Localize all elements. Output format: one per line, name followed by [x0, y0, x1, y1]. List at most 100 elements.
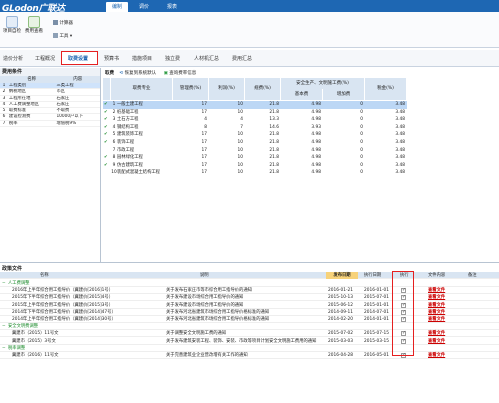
mgmt-rate[interactable]: 8 — [173, 124, 207, 132]
top-tab-adjust[interactable]: 调价 — [139, 3, 149, 10]
policy-row[interactable]: 2015年下半年综合用工指导价（冀建价[2015]4号） 关于发布建设市场综合用工… — [0, 294, 499, 302]
condition-value[interactable]: 市区 — [55, 89, 100, 94]
tax-rate[interactable]: 3.48 — [365, 162, 405, 170]
mgmt-rate[interactable]: 17 — [173, 131, 207, 139]
tax-rate[interactable]: 3.48 — [365, 109, 405, 117]
fee-rate[interactable]: 21.8 — [245, 131, 279, 139]
view-file-link[interactable]: 查看文件 — [428, 330, 445, 337]
profit-rate[interactable]: 10 — [209, 109, 243, 117]
condition-value[interactable]: 增值税9% — [55, 121, 100, 126]
profit-rate[interactable]: 10 — [209, 147, 243, 155]
tax-rate[interactable]: 3.48 — [365, 169, 405, 177]
fee-rate[interactable]: 13.3 — [245, 116, 279, 124]
condition-value[interactable]: 10000户以下 — [55, 114, 100, 119]
safety-base-rate[interactable]: 4.98 — [281, 109, 321, 117]
top-tab-edit[interactable]: 编制 — [106, 2, 129, 12]
fee-rate-row[interactable]: ✔ 1 一般土建工程 17 10 21.8 4.98 0 3.48 — [103, 101, 407, 109]
condition-value[interactable]: 三类工程 — [55, 83, 100, 88]
fee-rate-row[interactable]: ✔ 4 钢结构工程 8 7 14.6 3.93 0 3.48 — [103, 124, 407, 132]
policy-group-row[interactable]: − 税率调整 — [0, 345, 499, 352]
query-rate-button[interactable]: ▣ 查询费率信息 — [164, 71, 197, 76]
restore-default-button[interactable]: ⟲ 恢复到系统默认 — [119, 71, 157, 76]
mgmt-rate[interactable]: 17 — [173, 109, 207, 117]
policy-row[interactable]: 冀建市（2015）11号文 关于调整安全文明施工费的通知 2015-07-02 201… — [0, 330, 499, 338]
tab-cost-analysis[interactable]: 造价分析 — [3, 55, 23, 62]
view-file-link[interactable]: 查看文件 — [428, 338, 445, 345]
fee-view-button[interactable]: 费用查看 — [24, 16, 44, 35]
policy-row[interactable]: 2014年下半年综合用工指导价（冀建价[2014]47号） 关于发布河北省建筑市场… — [0, 309, 499, 316]
safety-add-rate[interactable]: 0 — [323, 101, 363, 109]
fee-rate[interactable]: 21.8 — [245, 154, 279, 162]
tab-measures[interactable]: 措施项目 — [132, 55, 152, 62]
fee-rate-row[interactable]: ✔ 2 桩基础工程 17 10 21.8 4.98 0 3.48 — [103, 109, 407, 117]
safety-add-rate[interactable]: 0 — [323, 109, 363, 117]
tax-rate[interactable]: 3.48 — [365, 139, 405, 147]
policy-row[interactable]: 2015年上半年综合用工指导价（冀建价[2015]3号） 关于发布建设市场综合用工… — [0, 302, 499, 309]
calculator-button[interactable]: 计算器 — [53, 20, 73, 26]
mgmt-rate[interactable]: 17 — [173, 147, 207, 155]
safety-base-rate[interactable]: 4.98 — [281, 116, 321, 124]
collapse-icon[interactable]: − — [2, 280, 6, 287]
policy-row[interactable]: 冀建市（2015）3号文 关于发布建筑安装工程、装饰、安装、市政等项目计划安全文明… — [0, 338, 499, 345]
profit-rate[interactable]: 10 — [209, 162, 243, 170]
safety-add-rate[interactable]: 0 — [323, 154, 363, 162]
tab-cost-summary[interactable]: 费用汇总 — [232, 55, 252, 62]
safety-base-rate[interactable]: 4.98 — [281, 101, 321, 109]
condition-value[interactable]: 石家庄 — [55, 96, 100, 101]
tax-rate[interactable]: 3.48 — [365, 147, 405, 155]
safety-base-rate[interactable]: 4.98 — [281, 169, 321, 177]
safety-base-rate[interactable]: 3.93 — [281, 124, 321, 132]
project-check-button[interactable]: 项目自检 — [2, 16, 22, 35]
tax-rate[interactable]: 3.48 — [365, 116, 405, 124]
fee-rate-row[interactable]: ✔ 8 园林绿化工程 17 10 21.8 4.98 0 3.48 — [103, 154, 407, 162]
fee-rate[interactable]: 21.8 — [245, 139, 279, 147]
fee-rate[interactable]: 21.8 — [245, 101, 279, 109]
policy-row[interactable]: 2014年上半年综合用工指导价（冀建价[2014]30号） 关于发布河北省建筑市场… — [0, 316, 499, 323]
view-file-link[interactable]: 查看文件 — [428, 352, 445, 359]
safety-add-rate[interactable]: 0 — [323, 124, 363, 132]
fee-condition-row[interactable]: 7 税率 增值税9% — [0, 121, 100, 128]
profit-rate[interactable]: 4 — [209, 116, 243, 124]
safety-add-rate[interactable]: 0 — [323, 116, 363, 124]
policy-row[interactable]: 2016年上半年综合用工指导价（冀建价[2016]1号） 关于发布石家庄市等市综合… — [0, 287, 499, 295]
tab-fee-settings[interactable]: 取费设置 — [68, 55, 88, 62]
safety-base-rate[interactable]: 4.98 — [281, 162, 321, 170]
safety-add-rate[interactable]: 0 — [323, 139, 363, 147]
tax-rate[interactable]: 3.48 — [365, 124, 405, 132]
view-file-link[interactable]: 查看文件 — [428, 294, 445, 301]
mgmt-rate[interactable]: 17 — [173, 154, 207, 162]
top-tab-report[interactable]: 报表 — [167, 3, 177, 10]
fee-rate-row[interactable]: ✔ 3 土石方工程 4 4 13.3 4.98 0 3.48 — [103, 116, 407, 124]
safety-add-rate[interactable]: 0 — [323, 169, 363, 177]
fee-rate-row[interactable]: 7 市政工程 17 10 21.8 4.98 0 3.48 — [103, 147, 407, 155]
collapse-icon[interactable]: − — [2, 323, 6, 330]
tab-labor-material-summary[interactable]: 人材机汇总 — [194, 55, 219, 62]
view-file-link[interactable]: 查看文件 — [428, 316, 445, 323]
safety-add-rate[interactable]: 0 — [323, 147, 363, 155]
fee-rate[interactable]: 21.8 — [245, 147, 279, 155]
collapse-icon[interactable]: − — [2, 345, 6, 352]
tax-rate[interactable]: 3.48 — [365, 154, 405, 162]
fee-rate-row[interactable]: ✔ 9 仿古建筑工程 17 10 21.8 4.98 0 3.48 — [103, 162, 407, 170]
view-file-link[interactable]: 查看文件 — [428, 309, 445, 316]
safety-base-rate[interactable]: 4.98 — [281, 131, 321, 139]
mgmt-rate[interactable]: 17 — [173, 139, 207, 147]
safety-base-rate[interactable]: 4.98 — [281, 154, 321, 162]
profit-rate[interactable]: 10 — [209, 131, 243, 139]
mgmt-rate[interactable]: 17 — [173, 101, 207, 109]
profit-rate[interactable]: 10 — [209, 169, 243, 177]
condition-value[interactable]: 石家庄 — [55, 102, 100, 107]
safety-add-rate[interactable]: 0 — [323, 162, 363, 170]
mgmt-rate[interactable]: 17 — [173, 169, 207, 177]
fee-rate[interactable]: 21.8 — [245, 109, 279, 117]
view-file-link[interactable]: 查看文件 — [428, 302, 445, 309]
tab-budget[interactable]: 预算书 — [104, 55, 119, 62]
profit-rate[interactable]: 10 — [209, 139, 243, 147]
tab-project-overview[interactable]: 工程概况 — [35, 55, 55, 62]
profit-rate[interactable]: 10 — [209, 101, 243, 109]
tab-independent-fee[interactable]: 独立费 — [165, 55, 180, 62]
safety-base-rate[interactable]: 4.98 — [281, 147, 321, 155]
safety-base-rate[interactable]: 4.98 — [281, 139, 321, 147]
safety-add-rate[interactable]: 0 — [323, 131, 363, 139]
fee-rate[interactable]: 14.6 — [245, 124, 279, 132]
